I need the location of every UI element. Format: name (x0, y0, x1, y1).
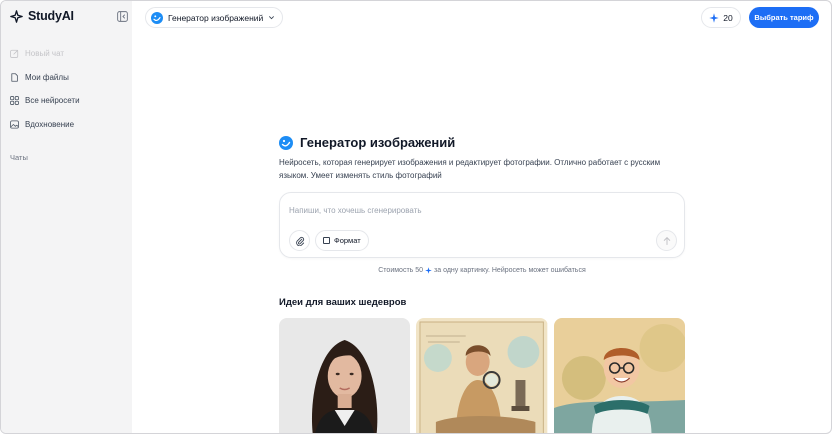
page-title: Генератор изображений (300, 135, 456, 150)
app-window: StudyAI Новый чат Мои файлы Все нейросет… (0, 0, 832, 434)
logo-sparkle-icon (10, 9, 23, 23)
sidebar-item-label: Мои файлы (25, 72, 69, 82)
sidebar-item-label: Новый чат (25, 49, 65, 59)
cost-note-prefix: Стоимость 50 (378, 267, 424, 274)
sidebar-item-new-chat[interactable]: Новый чат (10, 42, 126, 66)
cartoon-boy-image (553, 318, 685, 433)
sidebar-item-label: Вдохновение (25, 119, 75, 129)
collapse-sidebar-icon[interactable] (117, 11, 128, 22)
sidebar-item-all-networks[interactable]: Все нейросети (10, 89, 126, 113)
idea-card-watercolor[interactable] (416, 318, 548, 433)
image-generator-icon (279, 135, 293, 150)
model-selector-label: Генератор изображений (168, 12, 264, 23)
file-icon (11, 73, 18, 82)
model-selector[interactable]: Генератор изображений (145, 7, 284, 28)
cost-note-suffix: за одну картинку. Нейросеть может ошибат… (434, 267, 586, 274)
format-button[interactable]: Формат (315, 230, 369, 251)
sidebar-nav: Новый чат Мои файлы Все нейросети Вдохно… (10, 42, 126, 136)
format-button-label: Формат (334, 236, 361, 245)
credits-balance[interactable]: 20 (701, 7, 741, 28)
send-button[interactable] (656, 230, 677, 251)
sidebar-item-label: Все нейросети (25, 96, 80, 106)
ideas-heading: Идеи для ваших шедевров (279, 297, 407, 308)
portrait-image (279, 318, 411, 433)
idea-card-portrait[interactable] (279, 318, 411, 433)
paperclip-icon (295, 236, 304, 246)
prompt-composer: Напиши, что хочешь сгенерировать Формат (279, 192, 685, 258)
format-square-icon (323, 237, 330, 244)
cost-note: Стоимость 50 за одну картинку. Нейросеть… (279, 267, 685, 274)
sparkle-icon (709, 12, 719, 23)
tool-description: Нейросеть, которая генерирует изображени… (279, 158, 661, 180)
logo[interactable]: StudyAI (10, 9, 74, 23)
credits-count: 20 (723, 12, 733, 23)
arrow-up-icon (663, 236, 670, 245)
watercolor-scientist-image (416, 318, 548, 433)
choose-plan-button[interactable]: Выбрать тариф (749, 7, 819, 28)
ideas-gallery (279, 318, 685, 433)
edit-icon (10, 50, 19, 59)
chats-section-label: Чаты (10, 153, 28, 162)
attach-button[interactable] (289, 230, 310, 251)
sidebar-item-my-files[interactable]: Мои файлы (10, 66, 126, 90)
chevron-down-icon (269, 16, 275, 20)
grid-icon (10, 96, 19, 106)
sparkle-icon (425, 267, 432, 274)
page-title-row: Генератор изображений (279, 135, 455, 150)
sidebar: StudyAI Новый чат Мои файлы Все нейросет… (1, 1, 132, 433)
image-generator-icon (151, 11, 163, 24)
app-name: StudyAI (28, 9, 74, 23)
idea-card-cartoon[interactable] (553, 318, 685, 433)
image-icon (10, 120, 19, 129)
prompt-input[interactable]: Напиши, что хочешь сгенерировать (289, 206, 422, 215)
sidebar-item-inspiration[interactable]: Вдохновение (10, 113, 126, 137)
